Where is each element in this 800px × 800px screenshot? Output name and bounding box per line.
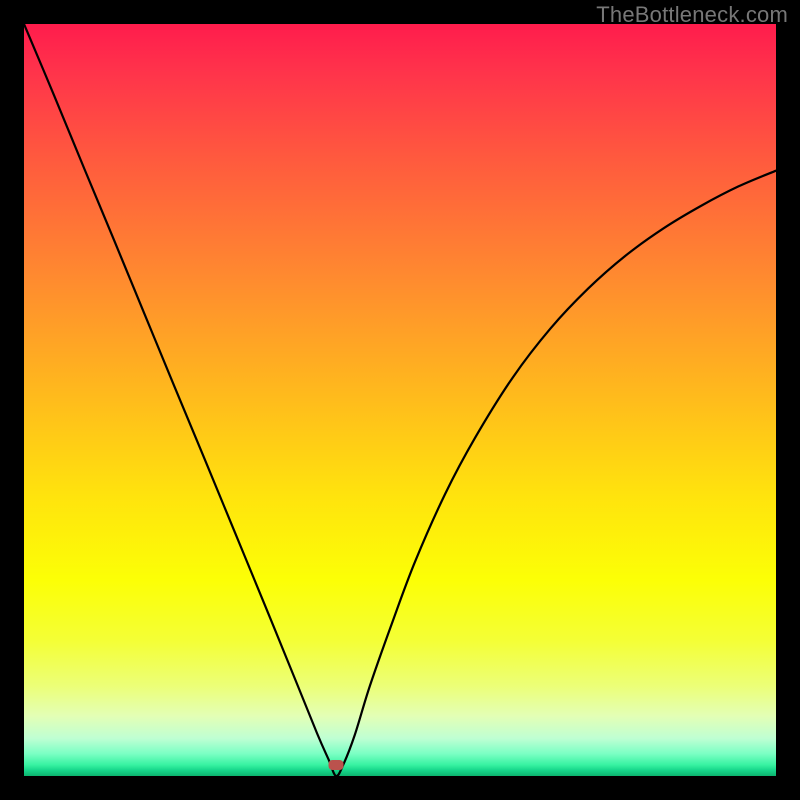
watermark-text: TheBottleneck.com <box>596 2 788 28</box>
bottleneck-curve <box>24 24 776 776</box>
chart-container: TheBottleneck.com <box>0 0 800 800</box>
optimal-point-marker <box>329 760 344 770</box>
